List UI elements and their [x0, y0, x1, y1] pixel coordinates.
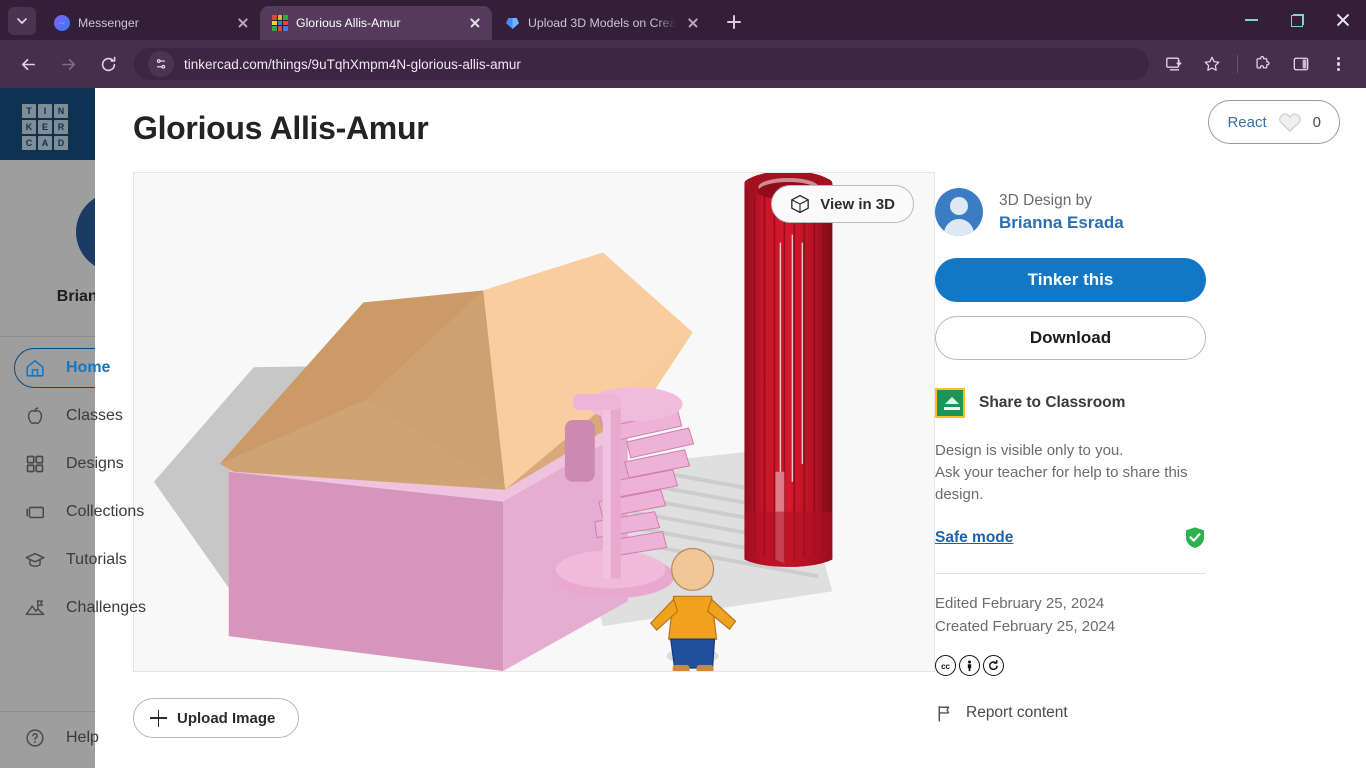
- creality-cloud-icon: [504, 15, 520, 31]
- report-content-label: Report content: [966, 704, 1068, 722]
- minimize-icon[interactable]: [1228, 0, 1274, 40]
- tab-search-button[interactable]: [8, 7, 36, 35]
- question-circle-icon: [22, 725, 48, 751]
- share-to-classroom-row[interactable]: Share to Classroom: [935, 388, 1328, 418]
- page-title: Glorious Allis-Amur: [133, 110, 429, 146]
- visibility-note-line1: Design is visible only to you.: [935, 442, 1124, 459]
- grid-icon: [22, 451, 48, 477]
- tinkercad-icon: [272, 15, 288, 31]
- flag-mountain-icon: [22, 595, 48, 621]
- window-controls: [1228, 0, 1366, 40]
- sidebar-item-label: Collections: [66, 503, 145, 520]
- share-to-classroom-label: Share to Classroom: [979, 394, 1126, 411]
- google-classroom-icon: [935, 388, 965, 418]
- upload-image-button[interactable]: Upload Image: [133, 698, 299, 738]
- site-settings-icon[interactable]: [148, 51, 174, 77]
- model-preview[interactable]: View in 3D: [133, 172, 935, 672]
- tab-title: Glorious Allis-Amur: [296, 16, 401, 30]
- svg-text:cc: cc: [941, 661, 950, 670]
- toolbar-actions: [1155, 48, 1358, 80]
- forward-icon[interactable]: [52, 48, 84, 80]
- date-info: Edited February 25, 2024 Created Februar…: [935, 592, 1328, 639]
- cc-sharealike-icon: [983, 654, 1004, 676]
- details-column: 3D Design by Brianna Esrada Tinker this …: [935, 172, 1328, 768]
- sidebar-item-label: Designs: [66, 455, 124, 472]
- view-in-3d-label: View in 3D: [820, 195, 895, 213]
- heart-icon: [1278, 113, 1301, 132]
- license-badges[interactable]: cc: [935, 654, 1328, 676]
- react-label: React: [1227, 113, 1267, 131]
- upload-image-label: Upload Image: [177, 709, 276, 727]
- sidebar-item-label: Challenges: [66, 599, 147, 616]
- preview-column: View in 3D Upload Image: [95, 172, 935, 768]
- browser-toolbar: tinkercad.com/things/9uTqhXmpm4N-gloriou…: [0, 40, 1366, 88]
- flag-icon: [938, 705, 950, 722]
- install-icon[interactable]: [1158, 48, 1190, 80]
- chrome-menu-icon[interactable]: [1323, 48, 1355, 80]
- report-content-row[interactable]: Report content: [935, 704, 1328, 723]
- side-panel-icon[interactable]: [1285, 48, 1317, 80]
- close-icon[interactable]: [466, 14, 484, 32]
- creative-commons-icon: cc: [935, 654, 956, 676]
- toolbar-divider: [1237, 55, 1238, 73]
- model-3d-render: [134, 173, 934, 671]
- author-by-label: 3D Design by: [999, 191, 1093, 209]
- safe-mode-row: Safe mode: [935, 526, 1206, 549]
- react-count: 0: [1312, 113, 1321, 131]
- browser-window: Messenger Glorious Allis-Amur Upload 3D …: [0, 0, 1366, 768]
- page-viewport: T I N K E R C A D Create 2 more: [0, 88, 1366, 768]
- view-in-3d-button[interactable]: View in 3D: [771, 185, 914, 223]
- sidebar-item-label: Help: [66, 729, 99, 746]
- author-row: 3D Design by Brianna Esrada: [935, 184, 1328, 240]
- edited-date: Edited February 25, 2024: [935, 595, 1105, 613]
- tinker-this-button[interactable]: Tinker this: [935, 258, 1206, 302]
- extensions-puzzle-icon[interactable]: [1247, 48, 1279, 80]
- address-bar[interactable]: tinkercad.com/things/9uTqhXmpm4N-gloriou…: [134, 48, 1149, 80]
- close-icon[interactable]: [684, 14, 702, 32]
- close-icon[interactable]: [1320, 0, 1366, 40]
- browser-tab-creality[interactable]: Upload 3D Models on Creality C: [492, 6, 710, 40]
- folder-icon: [22, 499, 48, 525]
- home-icon: [22, 355, 48, 381]
- browser-tab-tinkercad[interactable]: Glorious Allis-Amur: [260, 6, 492, 40]
- apple-icon: [22, 403, 48, 429]
- sidebar-item-label: Home: [66, 359, 111, 376]
- messenger-icon: [54, 15, 70, 31]
- browser-tab-messenger[interactable]: Messenger: [42, 6, 260, 40]
- safe-mode-link[interactable]: Safe mode: [935, 529, 1013, 547]
- cc-attribution-icon: [959, 654, 980, 676]
- created-date: Created February 25, 2024: [935, 618, 1116, 636]
- restore-icon[interactable]: [1274, 0, 1320, 40]
- user-avatar-icon[interactable]: [935, 188, 983, 236]
- tab-title: Messenger: [78, 16, 139, 30]
- modal-header: Glorious Allis-Amur React 0: [95, 88, 1366, 172]
- close-icon[interactable]: [234, 14, 252, 32]
- details-divider: [935, 573, 1206, 575]
- design-detail-modal: Glorious Allis-Amur React 0 View in 3D U…: [95, 88, 1366, 768]
- reload-icon[interactable]: [92, 48, 124, 80]
- new-tab-button[interactable]: [720, 8, 748, 36]
- cube-icon: [791, 194, 810, 214]
- sidebar-item-label: Classes: [66, 407, 123, 424]
- plus-icon: [150, 709, 167, 727]
- shield-check-icon: [1184, 526, 1206, 549]
- visibility-note-line2: Ask your teacher for help to share this …: [935, 464, 1188, 504]
- visibility-note: Design is visible only to you. Ask your …: [935, 440, 1200, 506]
- sidebar-item-label: Tutorials: [66, 551, 127, 568]
- browser-tab-strip: Messenger Glorious Allis-Amur Upload 3D …: [0, 0, 1366, 40]
- react-button[interactable]: React 0: [1208, 100, 1340, 144]
- graduation-cap-icon: [22, 547, 48, 573]
- bookmark-star-icon[interactable]: [1196, 48, 1228, 80]
- author-name-link[interactable]: Brianna Esrada: [999, 212, 1124, 234]
- download-button[interactable]: Download: [935, 316, 1206, 360]
- modal-body: View in 3D Upload Image 3D Design by Bri…: [95, 172, 1366, 768]
- address-bar-url: tinkercad.com/things/9uTqhXmpm4N-gloriou…: [184, 56, 521, 72]
- tab-title: Upload 3D Models on Creality C: [528, 16, 676, 30]
- back-icon[interactable]: [12, 48, 44, 80]
